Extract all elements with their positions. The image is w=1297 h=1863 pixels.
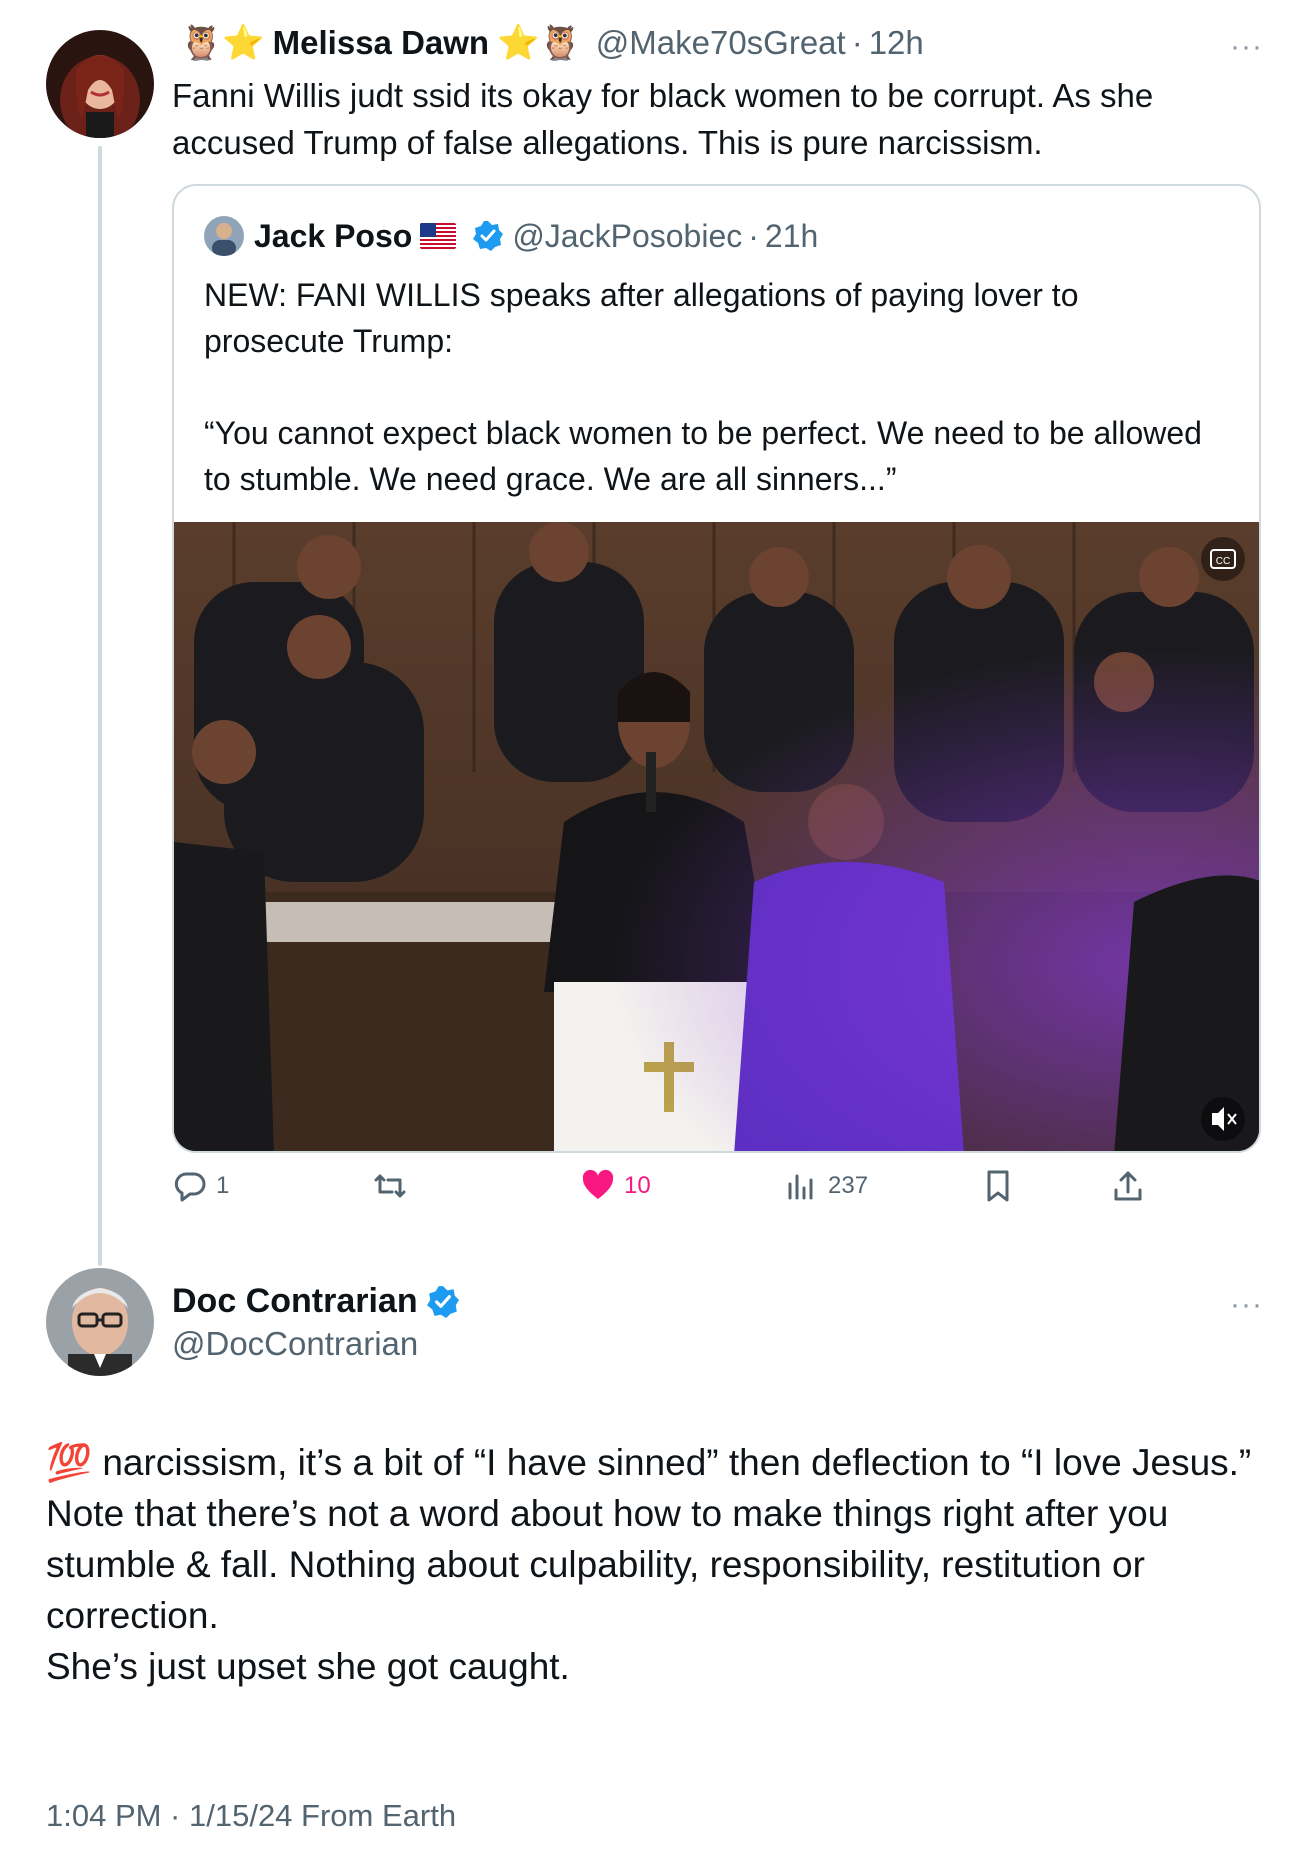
quoted-author-name[interactable]: Jack Poso: [254, 218, 412, 255]
retweet-button[interactable]: [372, 1168, 408, 1204]
quoted-video[interactable]: CC: [174, 522, 1259, 1151]
reply-count: 1: [216, 1172, 230, 1199]
quoted-text-line1: NEW: FANI WILLIS speaks after allegation…: [204, 277, 1079, 359]
us-flag-icon: [420, 223, 457, 249]
tweet-time[interactable]: 12h: [869, 24, 924, 62]
more-options-icon[interactable]: ···: [1230, 32, 1263, 62]
share-button[interactable]: [1110, 1168, 1146, 1204]
views-icon: [788, 1174, 813, 1200]
melissa-avatar[interactable]: [46, 30, 154, 138]
reply-line3: She’s just upset she got caught.: [46, 1646, 570, 1687]
like-button[interactable]: 10: [580, 1168, 651, 1204]
author-name[interactable]: Melissa Dawn: [273, 24, 489, 62]
quoted-tweet-header: Jack Poso @JackPosobiec · 21h: [204, 216, 818, 256]
original-tweet-header: 🦉⭐ Melissa Dawn ⭐🦉 @Make70sGreat · 12h: [176, 24, 924, 62]
svg-text:CC: CC: [1216, 556, 1230, 567]
share-icon: [1114, 1171, 1142, 1201]
quoted-text-line2: “You cannot expect black women to be per…: [204, 415, 1202, 497]
quoted-tweet-card[interactable]: Jack Poso @JackPosobiec · 21h NEW: FANI …: [172, 184, 1261, 1153]
reply-header: Doc Contrarian: [172, 1282, 468, 1321]
doc-avatar[interactable]: [46, 1268, 154, 1376]
mute-icon: [1201, 1097, 1245, 1141]
reply-line2: Note that there’s not a word about how t…: [46, 1493, 1169, 1636]
quoted-tweet-time[interactable]: 21h: [765, 218, 818, 255]
bookmark-button[interactable]: [980, 1168, 1016, 1204]
like-count: 10: [624, 1172, 651, 1199]
author-handle[interactable]: @Make70sGreat: [596, 24, 846, 62]
name-decor-left: 🦉⭐: [180, 24, 265, 62]
reply-button[interactable]: 1: [172, 1168, 229, 1204]
reply-author-name[interactable]: Doc Contrarian: [172, 1282, 418, 1321]
name-decor-right: ⭐🦉: [497, 24, 582, 62]
jack-avatar[interactable]: [204, 216, 244, 256]
views-count: 237: [828, 1172, 869, 1199]
original-tweet-text: Fanni Willis judt ssid its okay for blac…: [172, 77, 1154, 161]
verified-badge-icon: [426, 1285, 460, 1319]
reply-text: 💯 narcissism, it’s a bit of “I have sinn…: [46, 1437, 1256, 1692]
views-button[interactable]: 237: [784, 1168, 868, 1204]
bookmark-icon: [987, 1170, 1009, 1202]
heart-icon: [582, 1169, 614, 1199]
captions-icon: CC: [1201, 537, 1245, 581]
separator-dot: ·: [851, 24, 863, 61]
hundred-points-emoji: 💯: [46, 1442, 93, 1483]
reply-timestamp[interactable]: 1:04 PM · 1/15/24 From Earth: [46, 1798, 456, 1834]
reply-author-handle[interactable]: @DocContrarian: [172, 1325, 418, 1363]
separator-dot: ·: [748, 217, 759, 254]
quoted-author-handle[interactable]: @JackPosobiec: [512, 218, 742, 255]
more-options-icon[interactable]: ···: [1230, 1290, 1263, 1320]
reply-line1: narcissism, it’s a bit of “I have sinned…: [102, 1442, 1252, 1483]
action-bar: 1 10 237: [172, 1168, 1172, 1212]
verified-badge-icon: [472, 220, 504, 252]
quoted-tweet-text: NEW: FANI WILLIS speaks after allegation…: [204, 272, 1224, 502]
reply-icon: [174, 1172, 206, 1202]
retweet-icon: [374, 1174, 406, 1198]
thread-line: [98, 146, 102, 1266]
